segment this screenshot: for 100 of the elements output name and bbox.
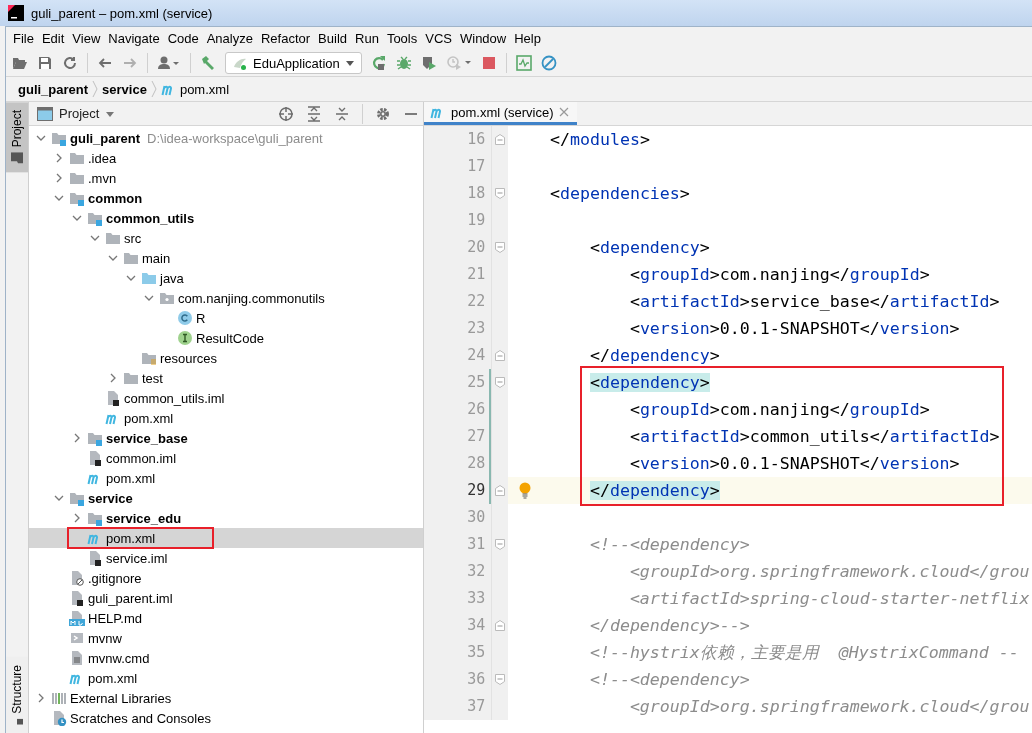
line-number: 33 [466,588,486,609]
line-number: 21 [466,264,486,285]
folder-icon [69,150,85,166]
menu-item[interactable]: Analyze [202,31,257,46]
tree-item[interactable]: pom.xml [29,468,423,488]
menu-item[interactable]: Refactor [256,31,315,46]
tool-window-button[interactable]: Project [6,102,28,173]
folder-icon [123,250,139,266]
tree-item[interactable]: R [29,308,423,328]
line-number: 25 [466,372,486,393]
expand-all-icon[interactable] [306,105,322,122]
fold-marker-icon[interactable] [494,619,507,632]
tree-item[interactable]: External Libraries [29,688,423,708]
folder-icon [69,170,85,186]
line-number: 17 [466,156,486,177]
fold-marker-icon[interactable] [494,673,507,686]
tree-item[interactable]: mvnw [29,628,423,648]
editor-tab[interactable]: pom.xml (service) [424,102,577,125]
tree-item[interactable]: ResultCode [29,328,423,348]
project-path: D:\idea-workspace\guli_parent [147,130,323,146]
fold-marker-icon[interactable] [494,484,507,497]
tree-item[interactable]: service_base [29,428,423,448]
fold-marker-icon[interactable] [494,376,507,389]
view-selector[interactable]: Project [37,106,116,121]
tree-item[interactable]: common [29,188,423,208]
code-line: <artifactId>service_base</artifactId> [628,291,1001,313]
tree-item[interactable]: pom.xml [29,408,423,428]
tree-item[interactable]: pom.xml [29,528,423,548]
breadcrumb[interactable]: pom.xml [160,81,230,97]
stop-icon[interactable] [480,55,497,71]
coverage-icon[interactable] [420,55,437,71]
breadcrumb[interactable]: service [102,81,147,97]
line-number: 26 [466,399,486,420]
open-folder-icon[interactable] [12,55,28,71]
line-number: 37 [466,696,486,717]
fold-marker-icon[interactable] [494,187,507,200]
tree-item[interactable]: guli_parent.iml [29,588,423,608]
tree-item[interactable]: .mvn [29,168,423,188]
window-title: guli_parent – pom.xml (service) [31,5,213,21]
menu-item[interactable]: File [9,31,38,46]
tree-item[interactable]: main [29,248,423,268]
package-icon [159,290,175,306]
lightbulb-icon[interactable] [519,482,531,499]
no-entry-icon[interactable] [540,55,557,71]
save-icon[interactable] [37,55,53,71]
menu-item[interactable]: Build [314,31,351,46]
fold-marker-icon[interactable] [494,538,507,551]
tree-item[interactable]: common_utils.iml [29,388,423,408]
crosshair-icon[interactable] [278,105,294,122]
tree-item[interactable]: test [29,368,423,388]
menu-item[interactable]: VCS [421,31,456,46]
line-number: 19 [466,210,486,231]
hammer-icon[interactable] [200,55,216,71]
run-configuration-dropdown[interactable]: EduApplication [225,52,362,74]
module-folder-icon [69,190,85,206]
menu-item[interactable]: Code [163,31,203,46]
folder-icon [105,230,121,246]
fold-marker-icon[interactable] [494,241,507,254]
code-line: <dependency> [588,372,711,394]
menu-item[interactable]: Edit [37,31,69,46]
fold-marker-icon[interactable] [494,133,507,146]
menu-item[interactable]: Help [510,31,545,46]
tree-item[interactable]: guli_parent D:\idea-workspace\guli_parent [29,128,423,148]
tree-item[interactable]: .gitignore [29,568,423,588]
rerun-icon[interactable] [370,55,387,71]
collapse-all-icon[interactable] [334,105,350,122]
tree-item[interactable]: common.iml [29,448,423,468]
class-icon [177,310,193,326]
tree-item[interactable]: service [29,488,423,508]
menu-item[interactable]: Tools [382,31,422,46]
tree-item[interactable]: .idea [29,148,423,168]
debug-icon[interactable] [395,55,412,71]
activity-monitor-icon[interactable] [515,55,532,71]
line-number: 24 [466,345,486,366]
menu-item[interactable]: View [68,31,105,46]
tree-item[interactable]: com.nanjing.commonutils [29,288,423,308]
menu-item[interactable]: Window [455,31,511,46]
tree-item[interactable]: HELP.md [29,608,423,628]
menu-item[interactable]: Run [351,31,383,46]
tree-item[interactable]: service_edu [29,508,423,528]
tree-item[interactable]: mvnw.cmd [29,648,423,668]
user-dropdown-icon[interactable] [157,55,181,71]
line-number: 27 [466,426,486,447]
menu-item[interactable]: Navigate [104,31,164,46]
tree-item[interactable]: common_utils [29,208,423,228]
tree-item[interactable]: Scratches and Consoles [29,708,423,728]
line-number: 31 [466,534,486,555]
tree-item[interactable]: service.iml [29,548,423,568]
sync-icon[interactable] [62,55,78,71]
text-file-icon [69,650,85,666]
tree-item[interactable]: java [29,268,423,288]
close-icon[interactable] [558,107,569,117]
line-number: 16 [466,129,486,150]
settings-icon[interactable] [375,105,391,122]
tree-item[interactable]: src [29,228,423,248]
breadcrumb[interactable]: guli_parent [18,81,89,97]
fold-marker-icon[interactable] [494,349,507,362]
tree-item[interactable]: resources [29,348,423,368]
tree-item[interactable]: pom.xml [29,668,423,688]
scratches-icon [51,710,67,726]
